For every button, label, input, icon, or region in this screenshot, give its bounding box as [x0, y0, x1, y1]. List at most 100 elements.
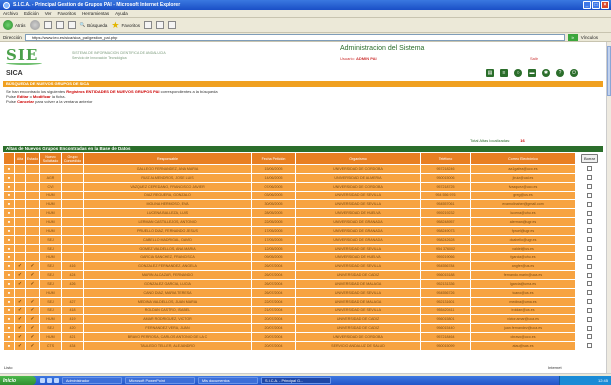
table-row[interactable]: ■ HUM GARCIA SANCHEZ, FRANCISCA 09/05/2005 U… [3, 252, 604, 263]
edit-icon[interactable]: ■ [3, 208, 15, 219]
table-row[interactable]: ■ ✓ ✓ SEJ 426 GONZALEZ GARCIA, LUCIA 26/07/200… [3, 278, 604, 289]
forward-button[interactable] [29, 20, 40, 30]
delete-checkbox[interactable] [587, 254, 592, 260]
delete-checkbox[interactable] [587, 237, 592, 243]
delete-checkbox[interactable] [587, 166, 592, 172]
edit-icon[interactable]: ■ [3, 270, 15, 280]
scroll-thumb[interactable] [607, 46, 611, 96]
folder-icon[interactable]: ▬ [528, 69, 536, 77]
delete-checkbox[interactable] [587, 184, 592, 190]
history-button[interactable] [144, 21, 152, 29]
delete-checkbox[interactable] [587, 246, 592, 252]
edit-icon[interactable]: ■ [3, 217, 15, 227]
table-row[interactable]: ■ HUM DIAZ REGUERA, GONZALO 03/06/2005 UNIVE… [3, 190, 604, 201]
settings-icon[interactable]: ✱ [542, 69, 550, 77]
table-row[interactable]: ■ ✓ ✓ CTS 434 TAULEDO TELLER, ALEJANDRO 20/07/… [3, 340, 604, 351]
list-icon[interactable]: ≡ [500, 69, 508, 77]
delete-button[interactable]: Borrar [580, 153, 599, 163]
print-button[interactable] [168, 21, 176, 29]
delete-checkbox[interactable] [587, 334, 592, 340]
mail-quick-icon[interactable] [54, 378, 59, 383]
task-admin[interactable]: Administrador [62, 377, 122, 384]
edit-icon[interactable]: ■ [3, 305, 15, 316]
delete-checkbox[interactable] [587, 307, 592, 313]
menu-archivo[interactable]: Archivo [3, 11, 18, 16]
delete-checkbox[interactable] [587, 175, 592, 181]
edit-icon[interactable]: ■ [3, 164, 15, 174]
delete-checkbox[interactable] [587, 316, 592, 322]
menu-ver[interactable]: Ver [45, 11, 52, 16]
edit-icon[interactable]: ■ [3, 261, 15, 272]
table-row[interactable]: ■ SEJ CABELLO MADRIGAL, DAVID 17/05/2005 UNI… [3, 234, 604, 245]
delete-checkbox[interactable] [587, 201, 592, 207]
edit-icon[interactable]: ■ [3, 190, 15, 201]
search-icon[interactable]: ○ [514, 69, 522, 77]
edit-icon[interactable]: ■ [3, 181, 15, 192]
task-documents[interactable]: Mis documentos [198, 377, 258, 384]
delete-checkbox[interactable] [587, 272, 592, 278]
table-row[interactable]: ■ AGR RUIZ ALMENDROS, JOSE LUIS 14/06/2005 U… [3, 172, 604, 183]
table-row[interactable]: ■ SEJ GOMEZ VALDELLOS, ANA MARIA 12/05/2005… [3, 243, 604, 254]
power-icon[interactable]: ⏻ [570, 69, 578, 77]
ie-quick-icon[interactable] [47, 378, 52, 383]
delete-checkbox[interactable] [587, 343, 592, 349]
delete-checkbox[interactable] [587, 192, 592, 198]
table-row[interactable]: ■ CVI VAZQUEZ CEPEDANO, FRANCISCO JAVIER 07… [3, 181, 604, 192]
table-row[interactable]: ■ ✓ ✓ SEJ 427 MEDINA VALDELLOS, JUAN MARIA 22/… [3, 296, 604, 307]
menu-favoritos[interactable]: Favoritos [58, 11, 77, 16]
edit-icon[interactable]: ■ [3, 172, 15, 183]
table-row[interactable]: ■ ✓ ✓ SEJ 420 FERNANDEZ VERA, JUAN 20/07/2004 U… [3, 323, 604, 334]
table-row[interactable]: ■ ✓ ✓ HUM 419 AMAR RODRIGUEZ, VICTOR 20/07/200… [3, 314, 604, 325]
edit-icon[interactable]: ■ [3, 340, 15, 351]
task-powerpoint[interactable]: Microsoft PowerPoint [125, 377, 195, 384]
table-row[interactable]: ■ GALLEGO FERNANDEZ, ANA MARIA 15/06/2005 U… [3, 164, 604, 174]
mail-button[interactable] [156, 21, 164, 29]
table-row[interactable]: ■ ✓ ✓ SEJ 424 MARIN ALCAZAR, FERNANDO 26/07/20… [3, 270, 604, 280]
table-row[interactable]: ■ HUM CANO DIAZ, MARIA TERESA 26/07/2004 UNI… [3, 287, 604, 298]
go-button[interactable]: Ir [567, 33, 578, 41]
edit-icon[interactable]: ■ [3, 278, 15, 289]
links-label[interactable]: Vínculos [581, 35, 598, 40]
edit-icon[interactable]: ■ [3, 243, 15, 254]
table-row[interactable]: ■ HUM LUCENA BALLEZA, LUIS 28/05/2005 UNIVER… [3, 208, 604, 219]
edit-icon[interactable]: ■ [3, 296, 15, 307]
address-input[interactable]: https://www.ieo.es/sica/sica_pai/gestion… [24, 33, 565, 41]
edit-icon[interactable]: ■ [3, 314, 15, 325]
menu-ayuda[interactable]: Ayuda [115, 11, 128, 16]
table-row[interactable]: ■ HUM LERMAN CASTILLEJOS, ANTONIO 22/05/200… [3, 217, 604, 227]
task-sica[interactable]: S.I.C.A. - Principal G... [261, 377, 331, 384]
edit-icon[interactable]: ■ [3, 287, 15, 298]
table-row[interactable]: ■ HUM PRUELLO DIAZ, FERNANDO JESUS 17/05/20… [3, 225, 604, 236]
maximize-button[interactable]: □ [592, 1, 600, 9]
vertical-scrollbar[interactable] [606, 42, 611, 373]
delete-checkbox[interactable] [587, 219, 592, 225]
edit-icon[interactable]: ■ [3, 234, 15, 245]
table-row[interactable]: ■ HUM MOLINA HERMOSO, EVA 30/05/2005 UNIVERS… [3, 199, 604, 210]
menu-edicion[interactable]: Edición [24, 11, 39, 16]
refresh-button[interactable] [55, 21, 64, 29]
menu-herramientas[interactable]: Herramientas [82, 11, 109, 16]
search-button[interactable]: 🔍 Búsqueda [80, 22, 108, 28]
stop-button[interactable] [43, 21, 52, 29]
edit-icon[interactable]: ■ [3, 225, 15, 236]
delete-checkbox[interactable] [587, 290, 592, 296]
favorites-button[interactable]: ★ Favoritos [111, 21, 140, 30]
desktop-icon[interactable] [40, 378, 45, 383]
help-icon[interactable]: ? [556, 69, 564, 77]
edit-icon[interactable]: ■ [3, 323, 15, 334]
document-icon[interactable]: ▤ [486, 69, 494, 77]
minimize-button[interactable]: _ [583, 1, 591, 9]
delete-checkbox[interactable] [587, 263, 592, 269]
close-button[interactable]: × [601, 1, 609, 9]
delete-checkbox[interactable] [587, 210, 592, 216]
delete-checkbox[interactable] [587, 299, 592, 305]
home-button[interactable] [67, 21, 76, 29]
back-button[interactable]: Atrás [3, 20, 26, 30]
delete-checkbox[interactable] [587, 325, 592, 331]
table-row[interactable]: ■ ✓ ✓ SEJ 416 GONZALEZ FERNANDEZ, ANGELA 26/07… [3, 261, 604, 272]
edit-icon[interactable]: ■ [3, 252, 15, 263]
start-button[interactable]: Inicio [0, 376, 36, 385]
edit-icon[interactable]: ■ [3, 199, 15, 210]
edit-icon[interactable]: ■ [3, 332, 15, 342]
table-row[interactable]: ■ ✓ ✓ SEJ 418 ROLDAN CASTRO, ISABEL 21/07/2004… [3, 305, 604, 316]
